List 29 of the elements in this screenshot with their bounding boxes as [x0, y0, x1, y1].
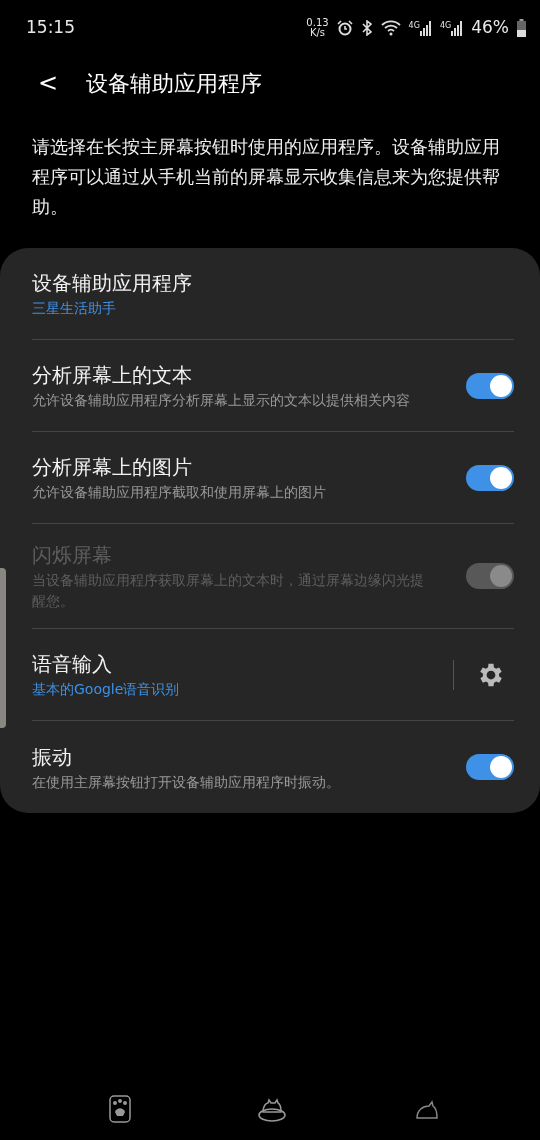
network-speed: 0.13 K/s	[306, 18, 329, 38]
paw-icon[interactable]	[109, 1095, 131, 1123]
setting-value: 三星生活助手	[32, 299, 117, 318]
setting-description: 在使用主屏幕按钮打开设备辅助应用程序时振动。	[32, 772, 341, 792]
setting-title: 分析屏幕上的文本	[32, 362, 193, 389]
network-type: 4G	[439, 20, 452, 32]
battery-icon	[517, 19, 526, 37]
setting-description: 允许设备辅助应用程序截取和使用屏幕上的图片	[32, 483, 327, 502]
battery-percent: 46%	[471, 16, 509, 40]
alarm-icon	[336, 20, 353, 36]
page-title: 设备辅助应用程序	[86, 69, 263, 98]
toggle-switch[interactable]	[466, 372, 514, 399]
setting-title: 分析屏幕上的图片	[32, 454, 193, 481]
setting-title: 闪烁屏幕	[32, 542, 113, 569]
setting-title: 语音输入	[32, 651, 113, 678]
status-time: 15:15	[26, 16, 75, 40]
signal-icon	[451, 20, 464, 36]
signal-icon	[419, 20, 432, 36]
setting-value: 基本的Google语音识别	[32, 680, 181, 699]
back-button[interactable]: <	[30, 71, 67, 95]
setting-title: 振动	[32, 743, 73, 771]
network-type: 4G	[408, 20, 420, 32]
setting-description: 允许设备辅助应用程序分析屏幕上显示的文本以提供相关内容	[32, 391, 411, 410]
toggle-switch[interactable]	[466, 464, 514, 491]
bluetooth-icon	[360, 20, 373, 36]
setting-title: 设备辅助应用程序	[32, 270, 193, 297]
toggle-switch[interactable]	[466, 754, 514, 780]
wifi-icon	[380, 20, 401, 36]
description-text: 请选择在长按主屏幕按钮时使用的应用程序。设备辅助应用程序可以通过从手机当前的屏幕显示收集信息来为您提供帮助。	[31, 136, 501, 219]
